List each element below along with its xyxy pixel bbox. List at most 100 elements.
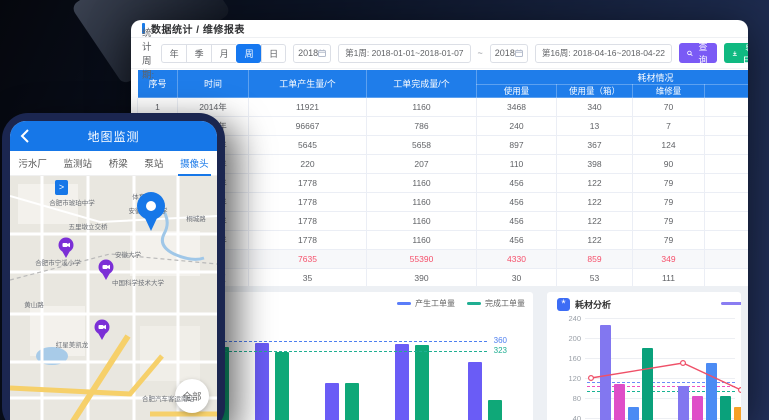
table-cell: 456 <box>477 174 557 193</box>
map-label: 中国科学技术大学 <box>112 277 164 287</box>
phone-tab-监测站[interactable]: 监测站 <box>62 150 95 176</box>
table-cell: 19 <box>705 155 749 174</box>
map-label: 桐城路 <box>186 213 206 223</box>
period-option-日[interactable]: 日 <box>261 44 286 63</box>
breadcrumb: 数据统计 / 维修报表 <box>131 20 748 38</box>
year-start-select[interactable]: 2018 <box>293 44 331 63</box>
table-cell: 7635 <box>249 250 367 269</box>
order-bar <box>345 383 359 420</box>
table-cell: 79 <box>633 212 705 231</box>
table-cell: 129 <box>705 136 749 155</box>
selected-location-pin[interactable] <box>134 191 168 240</box>
trend-line <box>547 292 741 420</box>
map-label: 五里墩立交桥 <box>69 221 108 231</box>
phone-mockup: 地图监测 污水厂监测站桥梁泵站摄像头 > 全部 合肥市琥珀中学体育场安徽农业大学… <box>2 113 225 420</box>
table-row: 52018年177811604561227967 <box>138 174 749 193</box>
period-option-季[interactable]: 季 <box>186 44 211 63</box>
table-cell: 398 <box>557 155 633 174</box>
reference-label: 360 <box>494 336 507 345</box>
table-cell: 1160 <box>367 231 477 250</box>
table-cell: 859 <box>557 250 633 269</box>
period-option-年[interactable]: 年 <box>161 44 186 63</box>
table-cell: 1160 <box>367 193 477 212</box>
breadcrumb-text: 数据统计 / 维修报表 <box>151 21 245 36</box>
legend-item-created[interactable]: 产生工单量 <box>397 298 455 309</box>
legend-item-completed[interactable]: 完成工单量 <box>467 298 525 309</box>
order-bar <box>395 344 409 420</box>
table-cell: 456 <box>477 193 557 212</box>
table-cell: 456 <box>477 212 557 231</box>
report-table-body: 12014年11921116034683407025022015年9666778… <box>138 98 749 288</box>
sub-header-purchase: 采购量 <box>705 85 749 98</box>
filter-bar: 统计周期: 年季月周日 2018 第1周: 2018-01-01~2018-01… <box>131 38 748 69</box>
table-cell: 5658 <box>367 136 477 155</box>
map-expand-button[interactable]: > <box>55 180 68 195</box>
map-view[interactable]: > 全部 合肥市琥珀中学体育场安徽农业大学五里墩立交桥合肥市宁溪小学安徽大学黄山… <box>10 176 217 420</box>
phone-header: 地图监测 <box>10 121 217 151</box>
camera-pin-icon <box>93 319 111 343</box>
period-label: 统计周期: <box>142 25 154 81</box>
week-end-input[interactable]: 第16周: 2018-04-16~2018-04-22 <box>535 44 672 63</box>
table-row: 82018年177811604561227967 <box>138 231 749 250</box>
location-pin-icon <box>134 191 168 235</box>
phone-tab-泵站[interactable]: 泵站 <box>142 150 165 176</box>
phone-tab-污水厂[interactable]: 污水厂 <box>16 150 49 176</box>
table-cell: 111 <box>633 269 705 288</box>
search-icon <box>687 49 693 58</box>
table-cell: 67 <box>705 231 749 250</box>
average-row: 平均值353903053111140 <box>138 269 749 288</box>
maintenance-report-table: 序号 时间 工单产生量/个 工单完成量/个 耗材情况 使用量 使用量（箱） 维修… <box>137 69 748 288</box>
period-option-月[interactable]: 月 <box>211 44 236 63</box>
camera-pin[interactable] <box>97 259 115 288</box>
table-cell: 250 <box>705 98 749 117</box>
consumables-chart-plot: 2402001601208040 <box>547 292 741 420</box>
table-cell: 690 <box>705 117 749 136</box>
table-cell: 122 <box>557 193 633 212</box>
year-end-select[interactable]: 2018 <box>490 44 528 63</box>
camera-pin[interactable] <box>93 319 111 348</box>
sub-header-usage: 使用量 <box>477 85 557 98</box>
week-start-input[interactable]: 第1周: 2018-01-01~2018-01-07 <box>338 44 470 63</box>
table-cell: 55390 <box>367 250 477 269</box>
table-cell: 35 <box>249 269 367 288</box>
phone-tab-桥梁[interactable]: 桥梁 <box>107 150 130 176</box>
table-cell: 220 <box>249 155 367 174</box>
range-separator: ~ <box>478 48 483 58</box>
phone-page-title: 地图监测 <box>87 128 139 145</box>
order-bar <box>488 400 502 420</box>
table-cell: 96667 <box>249 117 367 136</box>
camera-pin-icon <box>57 237 75 261</box>
table-cell: 7 <box>633 117 705 136</box>
download-icon <box>732 49 738 58</box>
table-cell: 456 <box>477 231 557 250</box>
phone-tab-摄像头[interactable]: 摄像头 <box>178 150 211 176</box>
table-row: 72018年177811604561227967 <box>138 212 749 231</box>
table-cell: 897 <box>477 136 557 155</box>
table-cell: 1778 <box>249 212 367 231</box>
back-button[interactable] <box>20 129 29 148</box>
query-button[interactable]: 查询 <box>679 43 717 63</box>
table-cell: 3320 <box>705 250 749 269</box>
table-cell: 390 <box>367 269 477 288</box>
table-cell: 67 <box>705 212 749 231</box>
table-cell: 79 <box>633 231 705 250</box>
calendar-icon <box>515 49 523 57</box>
col-header-completed: 工单完成量/个 <box>367 70 477 98</box>
table-cell: 340 <box>557 98 633 117</box>
legend-created-swatch <box>397 302 411 305</box>
export-excel-button[interactable]: 导出Excel <box>724 43 748 63</box>
table-cell: 67 <box>705 193 749 212</box>
order-bar <box>415 345 429 420</box>
period-option-周[interactable]: 周 <box>236 44 261 63</box>
table-cell: 3468 <box>477 98 557 117</box>
table-cell: 30 <box>477 269 557 288</box>
table-row: 12014年119211160346834070250 <box>138 98 749 117</box>
consumables-chart-card: * 耗材分析 2402001601208040 <box>547 292 741 420</box>
calendar-icon <box>318 49 326 57</box>
table-cell: 786 <box>367 117 477 136</box>
table-cell: 79 <box>633 174 705 193</box>
legend-completed-swatch <box>467 302 481 305</box>
table-cell: 122 <box>557 231 633 250</box>
camera-pin[interactable] <box>57 237 75 266</box>
table-cell: 1778 <box>249 174 367 193</box>
